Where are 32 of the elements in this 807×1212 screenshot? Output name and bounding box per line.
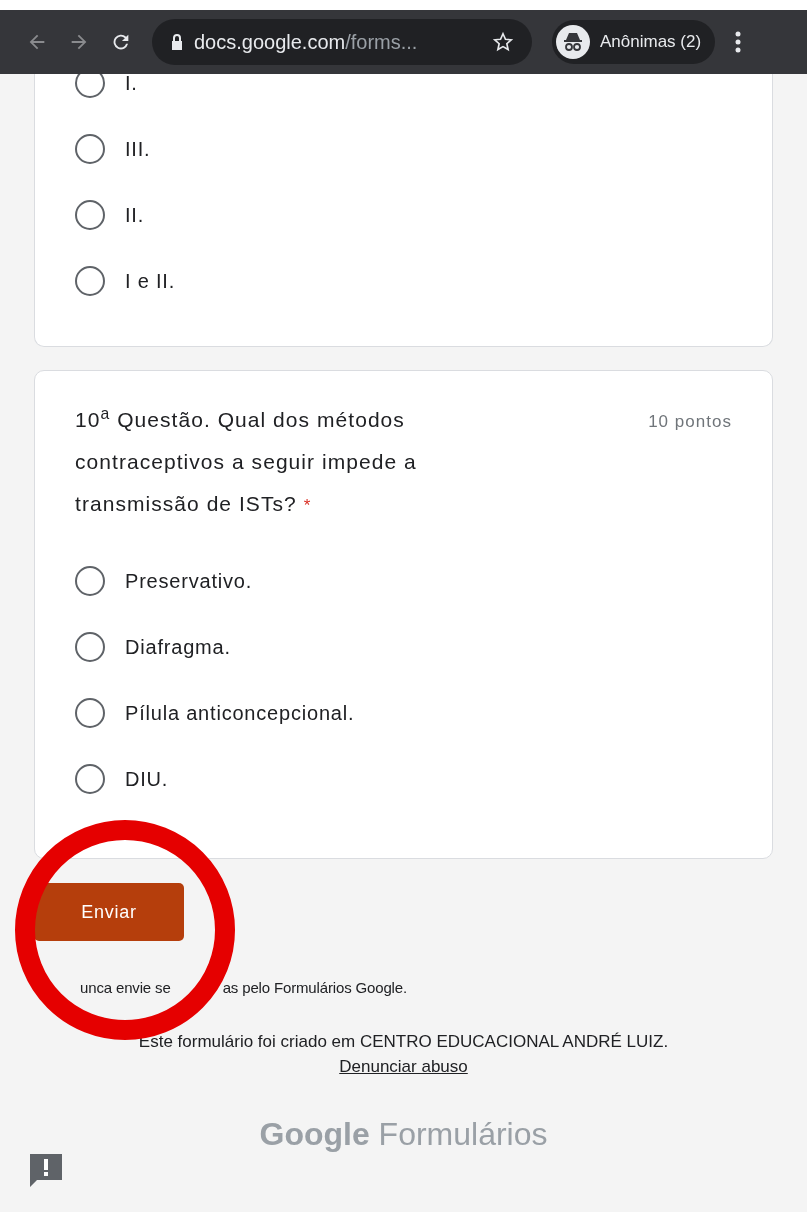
radio-option[interactable]: Preservativo. xyxy=(75,566,253,596)
radio-button[interactable] xyxy=(75,74,105,98)
radio-option[interactable]: Pílula anticoncepcional. xyxy=(75,698,355,728)
url-text: docs.google.com/forms... xyxy=(194,30,418,55)
radio-button[interactable] xyxy=(75,200,105,230)
points-label: 10 pontos xyxy=(648,411,732,433)
radio-button[interactable] xyxy=(75,632,105,662)
address-bar[interactable]: docs.google.com/forms... xyxy=(152,19,532,65)
incognito-icon xyxy=(556,25,590,59)
submit-button[interactable]: Enviar xyxy=(34,883,184,941)
radio-button[interactable] xyxy=(75,134,105,164)
incognito-profile-button[interactable]: Anônimas (2) xyxy=(552,20,716,64)
radio-option[interactable]: DIU. xyxy=(75,764,169,794)
google-forms-logo: Google Formulários xyxy=(258,1114,549,1154)
radio-option[interactable]: Diafragma. xyxy=(75,632,231,662)
radio-button[interactable] xyxy=(75,566,105,596)
radio-option[interactable]: I. xyxy=(75,74,138,98)
radio-button[interactable] xyxy=(75,764,105,794)
warning-text: unca envie se xyxy=(80,978,171,998)
more-menu-icon[interactable] xyxy=(735,31,742,53)
warning-text: as pelo Formulários Google. xyxy=(222,978,407,998)
question-title: 10$^{a}$ Questão. Qual dos métodos contraceptivos a seguir impede a transmissão de ISTs? * xyxy=(75,404,418,517)
radio-option[interactable]: I e II. xyxy=(75,266,176,296)
radio-option[interactable]: III. xyxy=(75,134,151,164)
required-asterisk: * xyxy=(303,496,312,515)
lock-icon xyxy=(170,33,184,51)
report-abuse-link[interactable]: Denunciar abuso xyxy=(339,1057,468,1076)
feedback-icon[interactable] xyxy=(28,1152,64,1188)
radio-button[interactable] xyxy=(75,266,105,296)
radio-option[interactable]: II. xyxy=(75,200,145,230)
star-icon[interactable] xyxy=(492,31,514,53)
radio-button[interactable] xyxy=(75,698,105,728)
